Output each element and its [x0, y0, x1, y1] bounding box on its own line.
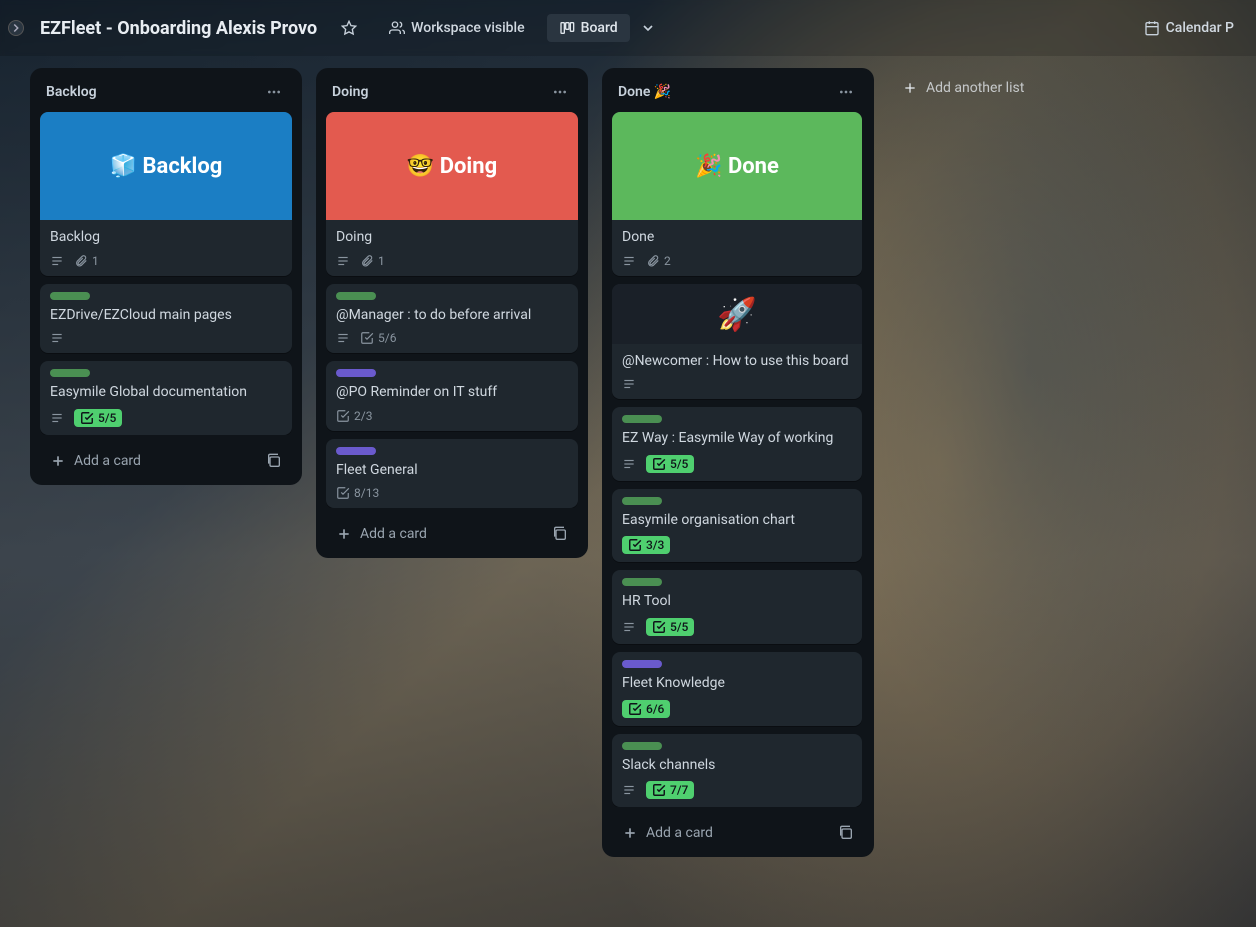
attachment-badge: 1	[74, 254, 99, 268]
description-icon	[50, 254, 64, 268]
card[interactable]: EZ Way : Easymile Way of working 5/5	[612, 407, 862, 481]
calendar-powerup-button[interactable]: Calendar P	[1134, 14, 1244, 42]
card[interactable]: Fleet General 8/13	[326, 439, 578, 509]
description-icon	[50, 331, 64, 345]
add-list-button[interactable]: Add another list	[888, 68, 1160, 108]
label-green	[622, 415, 662, 423]
add-list-label: Add another list	[926, 80, 1024, 96]
list-menu-button[interactable]	[548, 82, 572, 102]
card[interactable]: @PO Reminder on IT stuff 2/3	[326, 361, 578, 431]
add-card-button[interactable]: Add a card	[46, 449, 262, 473]
checklist-badge: 5/5	[74, 409, 122, 427]
list-title[interactable]: Doing	[332, 84, 368, 100]
label-green	[50, 292, 90, 300]
label-purple	[336, 369, 376, 377]
label-green	[50, 369, 90, 377]
card-cover: 🧊 Backlog	[40, 112, 292, 220]
board-view-button[interactable]: Board	[547, 14, 630, 42]
card-template-button[interactable]	[548, 522, 572, 546]
label-green	[622, 578, 662, 586]
checklist-badge: 3/3	[622, 536, 670, 554]
label-purple	[622, 660, 662, 668]
board-title[interactable]: EZFleet - Onboarding Alexis Provo	[30, 12, 327, 45]
list-backlog: Backlog 🧊 Backlog Backlog 1	[30, 68, 302, 485]
add-card-button[interactable]: Add a card	[618, 821, 834, 845]
card-title: @PO Reminder on IT stuff	[336, 383, 568, 403]
card[interactable]: @Manager : to do before arrival 5/6	[326, 284, 578, 354]
label-green	[622, 497, 662, 505]
card-title: Done	[622, 228, 852, 248]
add-card-button[interactable]: Add a card	[332, 522, 548, 546]
card-template-button[interactable]	[834, 821, 858, 845]
card[interactable]: 🤓 Doing Doing 1	[326, 112, 578, 276]
checklist-badge: 6/6	[622, 700, 670, 718]
description-icon	[622, 254, 636, 268]
add-card-label: Add a card	[360, 526, 427, 542]
card-title: EZ Way : Easymile Way of working	[622, 429, 852, 449]
card-cover-text: 🤓 Doing	[407, 154, 497, 179]
label-green	[622, 742, 662, 750]
card[interactable]: Slack channels 7/7	[612, 734, 862, 808]
card[interactable]: 🎉 Done Done 2	[612, 112, 862, 276]
card-cover-text: 🧊 Backlog	[110, 154, 223, 179]
description-icon	[622, 377, 636, 391]
card-cover: 🎉 Done	[612, 112, 862, 220]
card-title: Fleet Knowledge	[622, 674, 852, 694]
card[interactable]: 🚀 @Newcomer : How to use this board	[612, 284, 862, 400]
checklist-badge: 2/3	[336, 409, 372, 423]
description-icon	[622, 620, 636, 634]
checklist-badge: 8/13	[336, 486, 379, 500]
card-cover: 🤓 Doing	[326, 112, 578, 220]
checklist-badge: 5/5	[646, 455, 694, 473]
star-button[interactable]	[331, 14, 367, 42]
card-title: Fleet General	[336, 461, 568, 481]
card-title: Doing	[336, 228, 568, 248]
description-icon	[336, 331, 350, 345]
board-canvas: Backlog 🧊 Backlog Backlog 1	[0, 56, 1256, 927]
workspace-visibility-button[interactable]: Workspace visible	[379, 14, 534, 42]
sidebar-expand-button[interactable]	[8, 20, 24, 36]
card-title: @Newcomer : How to use this board	[622, 352, 852, 372]
list-doing: Doing 🤓 Doing Doing 1	[316, 68, 588, 558]
card[interactable]: Fleet Knowledge 6/6	[612, 652, 862, 726]
view-switcher-dropdown[interactable]	[630, 14, 666, 42]
card[interactable]: Easymile Global documentation 5/5	[40, 361, 292, 435]
card-title: Easymile organisation chart	[622, 511, 852, 531]
list-title[interactable]: Backlog	[46, 84, 97, 100]
add-card-label: Add a card	[74, 453, 141, 469]
card-title: Easymile Global documentation	[50, 383, 282, 403]
card-title: @Manager : to do before arrival	[336, 306, 568, 326]
description-icon	[50, 411, 64, 425]
card-title: Backlog	[50, 228, 282, 248]
workspace-visibility-label: Workspace visible	[411, 20, 524, 36]
board-header: EZFleet - Onboarding Alexis Provo Worksp…	[0, 0, 1256, 56]
card-title: HR Tool	[622, 592, 852, 612]
card-template-button[interactable]	[262, 449, 286, 473]
board-view-label: Board	[581, 20, 618, 36]
label-purple	[336, 447, 376, 455]
label-green	[336, 292, 376, 300]
list-menu-button[interactable]	[834, 82, 858, 102]
list-title[interactable]: Done 🎉	[618, 84, 671, 100]
card-cover-text: 🎉 Done	[695, 154, 779, 179]
calendar-powerup-label: Calendar P	[1166, 20, 1234, 36]
card[interactable]: 🧊 Backlog Backlog 1	[40, 112, 292, 276]
card-cover-image: 🚀	[612, 284, 862, 344]
description-icon	[622, 783, 636, 797]
list-menu-button[interactable]	[262, 82, 286, 102]
checklist-badge: 5/5	[646, 618, 694, 636]
attachment-badge: 2	[646, 254, 671, 268]
card[interactable]: HR Tool 5/5	[612, 570, 862, 644]
description-icon	[622, 457, 636, 471]
checklist-badge: 5/6	[360, 331, 396, 345]
attachment-badge: 1	[360, 254, 385, 268]
card-title: Slack channels	[622, 756, 852, 776]
add-card-label: Add a card	[646, 825, 713, 841]
checklist-badge: 7/7	[646, 781, 694, 799]
card-title: EZDrive/EZCloud main pages	[50, 306, 282, 326]
card[interactable]: Easymile organisation chart 3/3	[612, 489, 862, 563]
list-done: Done 🎉 🎉 Done Done 2 🚀	[602, 68, 874, 857]
card[interactable]: EZDrive/EZCloud main pages	[40, 284, 292, 354]
description-icon	[336, 254, 350, 268]
